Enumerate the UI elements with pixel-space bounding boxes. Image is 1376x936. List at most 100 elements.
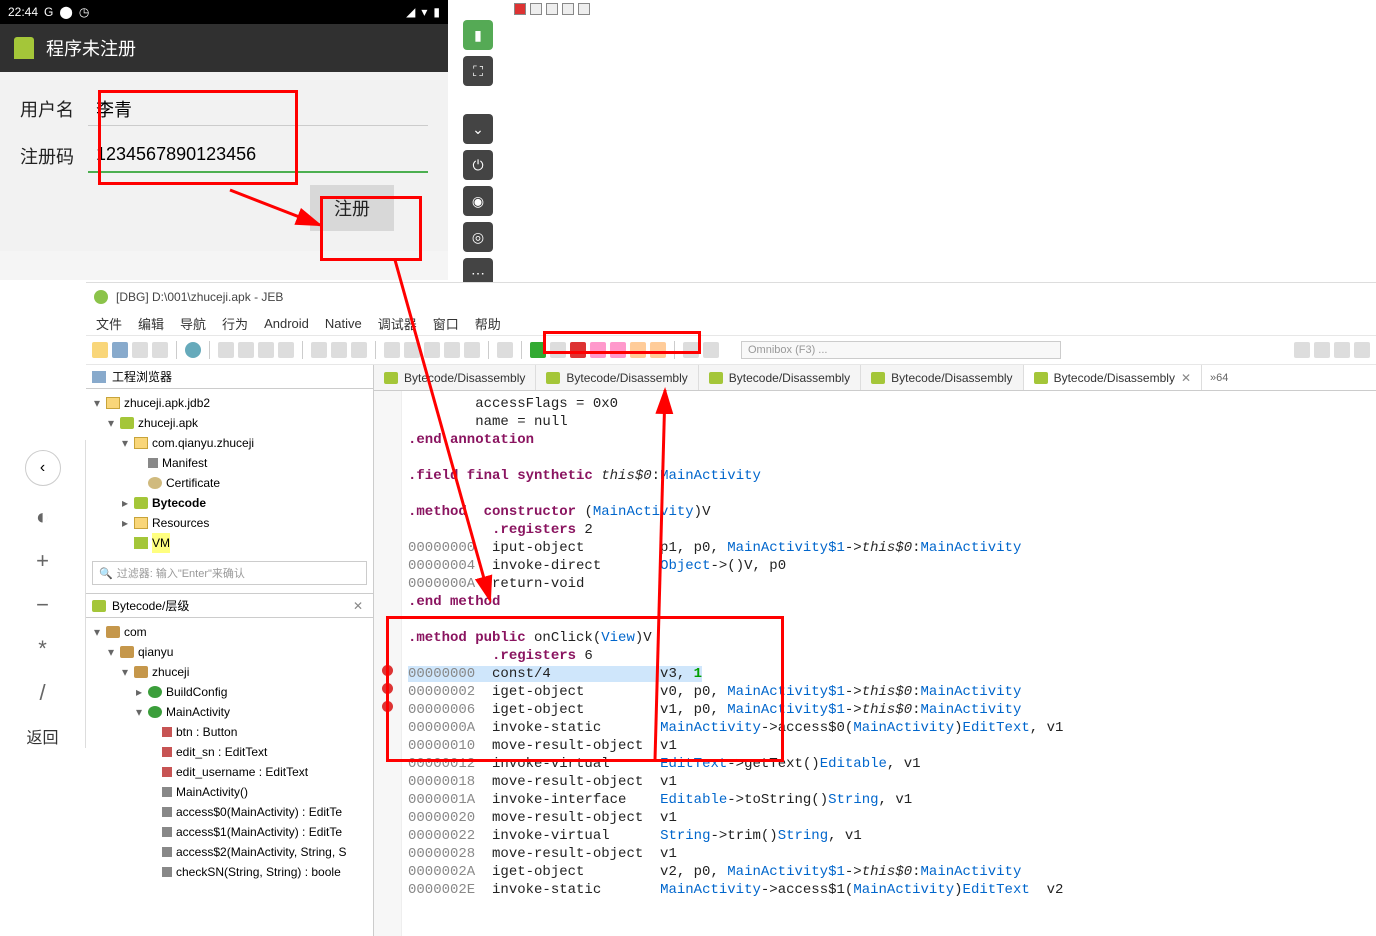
save-icon[interactable] (112, 342, 128, 358)
tree-bytecode[interactable]: Bytecode (152, 493, 206, 513)
regcode-input[interactable] (88, 138, 428, 173)
close-icon[interactable]: ✕ (349, 599, 367, 613)
tab-disassembly[interactable]: Bytecode/Disassembly (374, 365, 536, 390)
tree-pkg[interactable]: com.qianyu.zhuceji (152, 433, 254, 453)
wrench-icon[interactable] (132, 342, 148, 358)
emu-eye-icon[interactable]: ◉ (463, 186, 493, 216)
emu-power2-icon[interactable]: ⏻ (463, 150, 493, 180)
back-label[interactable]: 返回 (26, 724, 58, 748)
username-input[interactable] (88, 92, 428, 126)
hierarchy-tree[interactable]: ▾com ▾qianyu ▾zhuceji ▸BuildConfig ▾Main… (86, 618, 373, 886)
tool-icon[interactable] (497, 342, 513, 358)
step-icon[interactable] (562, 3, 574, 15)
step-out-icon[interactable] (630, 342, 646, 358)
tree-member[interactable]: access$2(MainActivity, String, S (176, 842, 347, 862)
tool-icon[interactable] (703, 342, 719, 358)
tree-qianyu[interactable]: qianyu (138, 642, 173, 662)
tab-disassembly[interactable]: Bytecode/Disassembly (536, 365, 698, 390)
step-icon[interactable] (546, 3, 558, 15)
emu-power-icon[interactable]: ▮ (463, 20, 493, 50)
filter-input[interactable]: 🔍 过滤器: 输入"Enter"来确认 (92, 561, 367, 585)
tool-icon[interactable] (444, 342, 460, 358)
emu-down-icon[interactable]: ⌄ (463, 114, 493, 144)
run-to-icon[interactable] (650, 342, 666, 358)
project-tree[interactable]: ▾zhuceji.apk.jdb2 ▾zhuceji.apk ▾com.qian… (86, 389, 373, 557)
menu-window[interactable]: 窗口 (433, 314, 459, 333)
code-editor[interactable]: accessFlags = 0x0 name = null .end annot… (374, 391, 1376, 936)
tree-vm[interactable]: VM (152, 533, 170, 553)
tree-member[interactable]: edit_sn : EditText (176, 742, 267, 762)
minus-button[interactable]: − (36, 592, 49, 618)
tree-manifest[interactable]: Manifest (162, 453, 207, 473)
menu-edit[interactable]: 编辑 (138, 314, 164, 333)
breakpoint-marker[interactable] (382, 701, 393, 712)
tool-icon[interactable] (404, 342, 420, 358)
menu-nav[interactable]: 导航 (180, 314, 206, 333)
code-body[interactable]: accessFlags = 0x0 name = null .end annot… (402, 391, 1376, 936)
tab-disassembly[interactable]: Bytecode/Disassembly (861, 365, 1023, 390)
tabs-overflow[interactable]: »64 (1202, 365, 1236, 390)
run-icon[interactable] (530, 342, 546, 358)
menu-android[interactable]: Android (264, 316, 309, 331)
tree-member[interactable]: btn : Button (176, 722, 237, 742)
menu-native[interactable]: Native (325, 316, 362, 331)
tab-disassembly-active[interactable]: Bytecode/Disassembly✕ (1024, 365, 1202, 390)
flag-icon[interactable] (152, 342, 168, 358)
tool-icon[interactable] (351, 342, 367, 358)
register-button[interactable]: 注册 (310, 185, 394, 231)
tab-disassembly[interactable]: Bytecode/Disassembly (699, 365, 861, 390)
breakpoint-marker[interactable] (382, 665, 393, 676)
tree-member[interactable]: access$1(MainActivity) : EditTe (176, 822, 342, 842)
tree-member[interactable]: MainActivity() (176, 782, 248, 802)
menu-help[interactable]: 帮助 (475, 314, 501, 333)
layout-icon[interactable] (1314, 342, 1330, 358)
stop-debug-icon[interactable] (570, 342, 586, 358)
tree-zhuceji[interactable]: zhuceji (152, 662, 189, 682)
open-icon[interactable] (92, 342, 108, 358)
tree-member[interactable]: access$0(MainActivity) : EditTe (176, 802, 342, 822)
breakpoint-marker[interactable] (382, 683, 393, 694)
tree-member[interactable]: edit_username : EditText (176, 762, 308, 782)
emu-eye-off-icon[interactable]: ◎ (463, 222, 493, 252)
tree-buildconfig[interactable]: BuildConfig (166, 682, 227, 702)
refresh-icon[interactable] (278, 342, 294, 358)
tree-resources[interactable]: Resources (152, 513, 209, 533)
tree-mainactivity[interactable]: MainActivity (166, 702, 230, 722)
breakpoint-gutter[interactable] (374, 391, 402, 936)
stop-icon[interactable] (530, 3, 542, 15)
slash-button[interactable]: / (39, 680, 45, 706)
pause-icon[interactable] (550, 342, 566, 358)
tool-icon[interactable] (311, 342, 327, 358)
nav-back-button[interactable]: ‹ (25, 450, 61, 486)
menu-debugger[interactable]: 调试器 (378, 314, 417, 333)
emu-fullscreen-icon[interactable]: ⛶ (463, 56, 493, 86)
tool-icon[interactable] (683, 342, 699, 358)
layout-icon[interactable] (1354, 342, 1370, 358)
omnibox-input[interactable]: Omnibox (F3) ... (741, 341, 1061, 359)
tool-icon[interactable] (464, 342, 480, 358)
tool-icon[interactable] (384, 342, 400, 358)
plus-button[interactable]: + (36, 548, 49, 574)
forward-icon[interactable] (238, 342, 254, 358)
step-into-icon[interactable] (610, 342, 626, 358)
tree-com[interactable]: com (124, 622, 147, 642)
tree-apk[interactable]: zhuceji.apk (138, 413, 198, 433)
menu-action[interactable]: 行为 (222, 314, 248, 333)
back-icon[interactable] (218, 342, 234, 358)
record-icon[interactable] (514, 3, 526, 15)
tree-member[interactable]: checkSN(String, String) : boole (176, 862, 341, 882)
star-button[interactable]: * (38, 636, 47, 662)
chrome-icon[interactable]: ◐ (36, 504, 49, 530)
tool-icon[interactable] (331, 342, 347, 358)
tree-certificate[interactable]: Certificate (166, 473, 220, 493)
settings-icon[interactable] (578, 3, 590, 15)
tree-root[interactable]: zhuceji.apk.jdb2 (124, 393, 210, 413)
menu-file[interactable]: 文件 (96, 314, 122, 333)
globe-icon[interactable] (185, 342, 201, 358)
step-over-icon[interactable] (590, 342, 606, 358)
tool-icon[interactable] (424, 342, 440, 358)
up-icon[interactable] (258, 342, 274, 358)
layout-icon[interactable] (1334, 342, 1350, 358)
layout-icon[interactable] (1294, 342, 1310, 358)
close-icon[interactable]: ✕ (1181, 371, 1191, 385)
